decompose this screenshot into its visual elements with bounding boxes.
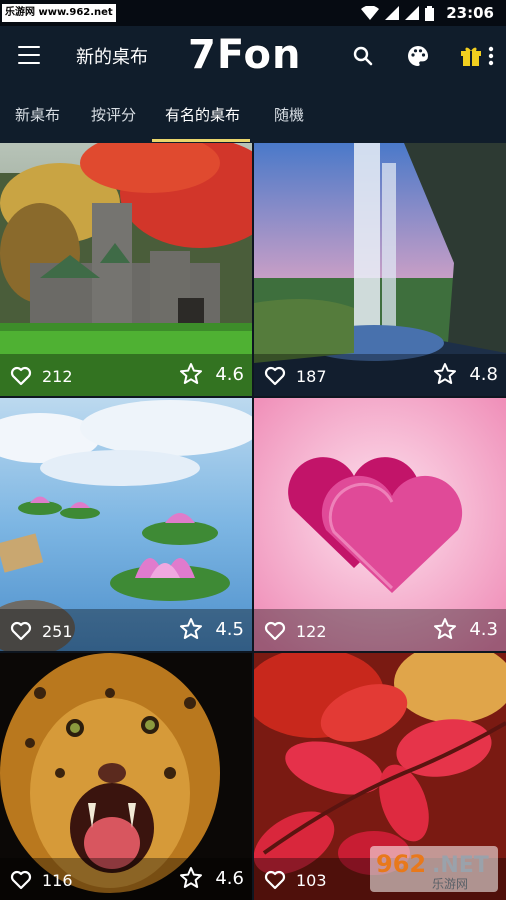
tab-new[interactable]: 新桌布 xyxy=(15,104,60,125)
battery-icon xyxy=(425,5,435,21)
likes-value: 212 xyxy=(42,366,73,386)
likes-count[interactable]: 212 xyxy=(10,366,73,386)
rating-value: 4.8 xyxy=(469,363,498,385)
rating-value: 4.6 xyxy=(215,363,244,385)
962-net-watermark-logo: 962 .NET 乐游网 xyxy=(370,846,498,892)
rating-value: 4.6 xyxy=(215,867,244,889)
wifi-icon xyxy=(361,6,380,20)
likes-count[interactable]: 251 xyxy=(10,621,73,641)
rating-value: 4.3 xyxy=(469,618,498,640)
star-outline-icon xyxy=(180,363,203,384)
heart-outline-icon xyxy=(10,870,32,890)
page-title: 新的桌布 xyxy=(76,47,148,68)
rating[interactable]: 4.5 xyxy=(179,617,244,641)
palette-icon[interactable] xyxy=(403,41,433,71)
wallpaper-tile[interactable]: 116 4.6 xyxy=(0,653,252,900)
wallpaper-tile[interactable]: 187 4.8 xyxy=(254,143,506,396)
likes-value: 187 xyxy=(296,366,327,386)
svg-text:.NET: .NET xyxy=(432,853,489,878)
tab-bar: 新桌布 按评分 有名的桌布 随機 xyxy=(0,86,506,143)
more-icon[interactable] xyxy=(483,41,499,71)
clock: 23:06 xyxy=(446,4,494,22)
star-outline-icon xyxy=(434,363,457,384)
watermark-text: 乐游网 www.962.net xyxy=(2,4,116,22)
menu-icon[interactable] xyxy=(18,46,40,64)
rating[interactable]: 4.6 xyxy=(179,866,244,890)
rating-value: 4.5 xyxy=(215,618,244,640)
status-icons: 23:06 xyxy=(361,0,494,26)
likes-value: 116 xyxy=(42,870,73,890)
tab-random[interactable]: 随機 xyxy=(274,104,304,125)
svg-text:乐游网: 乐游网 xyxy=(432,877,468,891)
likes-value: 251 xyxy=(42,621,73,641)
app-logo: 7Fon xyxy=(188,32,302,78)
rating[interactable]: 4.6 xyxy=(179,362,244,386)
heart-outline-icon xyxy=(10,621,32,641)
likes-count[interactable]: 187 xyxy=(264,366,327,386)
wallpaper-tile[interactable]: 212 4.6 xyxy=(0,143,252,396)
likes-value: 122 xyxy=(296,621,327,641)
likes-count[interactable]: 103 xyxy=(264,870,327,890)
tab-famous[interactable]: 有名的桌布 xyxy=(165,104,240,125)
wallpaper-tile[interactable]: 103 962 .NET 乐游网 xyxy=(254,653,506,900)
svg-text:962: 962 xyxy=(376,850,426,878)
tab-indicator xyxy=(152,139,250,142)
heart-outline-icon xyxy=(264,870,286,890)
likes-value: 103 xyxy=(296,870,327,890)
heart-outline-icon xyxy=(264,621,286,641)
likes-count[interactable]: 122 xyxy=(264,621,327,641)
rating[interactable]: 4.3 xyxy=(433,617,498,641)
wallpaper-tile[interactable]: 251 4.5 xyxy=(0,398,252,651)
signal-icon xyxy=(385,6,400,20)
likes-count[interactable]: 116 xyxy=(10,870,73,890)
signal-icon-2 xyxy=(405,6,420,20)
wallpaper-tile[interactable]: 122 4.3 xyxy=(254,398,506,651)
star-outline-icon xyxy=(434,618,457,639)
heart-outline-icon xyxy=(264,366,286,386)
wallpaper-grid: 212 4.6 187 4.8 251 4.5 122 4.3 116 4.6 … xyxy=(0,143,506,900)
star-outline-icon xyxy=(180,867,203,888)
search-icon[interactable] xyxy=(348,41,378,71)
tab-by-rating[interactable]: 按评分 xyxy=(91,104,136,125)
star-outline-icon xyxy=(180,618,203,639)
rating[interactable]: 4.8 xyxy=(433,362,498,386)
gift-icon[interactable] xyxy=(456,41,486,71)
heart-outline-icon xyxy=(10,366,32,386)
status-bar: 乐游网 www.962.net 23:06 xyxy=(0,0,506,26)
app-bar: 新的桌布 7Fon xyxy=(0,26,506,86)
